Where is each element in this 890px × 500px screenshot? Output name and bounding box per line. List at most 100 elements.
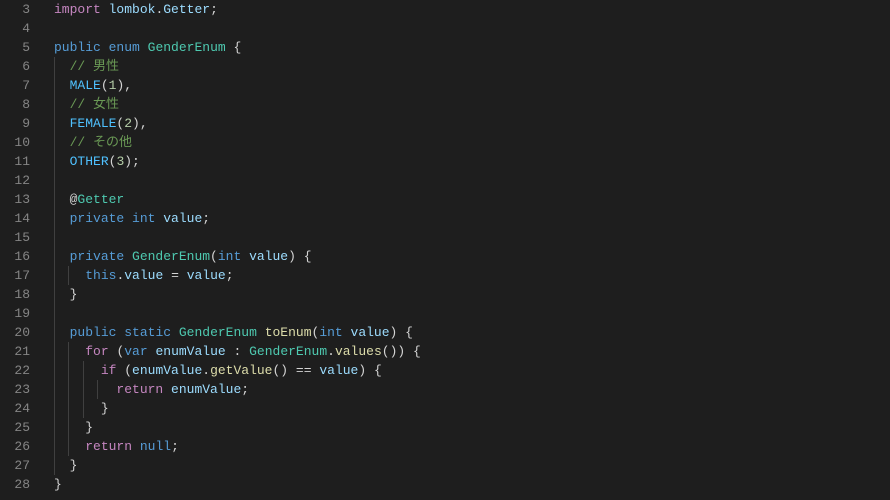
code-line[interactable]: return enumValue; <box>54 380 890 399</box>
indent-guide <box>97 380 98 399</box>
code-text: } <box>54 420 93 435</box>
indent-guide <box>54 190 55 209</box>
indent-guide <box>54 57 55 76</box>
line-number: 14 <box>0 209 30 228</box>
indent-guide <box>68 437 69 456</box>
line-number: 20 <box>0 323 30 342</box>
code-line[interactable] <box>54 228 890 247</box>
indent-guide <box>68 399 69 418</box>
code-line[interactable]: MALE(1), <box>54 76 890 95</box>
line-number: 8 <box>0 95 30 114</box>
code-line[interactable]: this.value = value; <box>54 266 890 285</box>
code-line[interactable]: // その他 <box>54 133 890 152</box>
code-text: MALE(1), <box>54 78 132 93</box>
code-text: import lombok.Getter; <box>54 2 218 17</box>
line-number: 10 <box>0 133 30 152</box>
indent-guide <box>68 266 69 285</box>
code-line[interactable]: OTHER(3); <box>54 152 890 171</box>
code-line[interactable]: private int value; <box>54 209 890 228</box>
code-line[interactable]: } <box>54 399 890 418</box>
line-number: 24 <box>0 399 30 418</box>
indent-guide <box>54 133 55 152</box>
line-number: 7 <box>0 76 30 95</box>
indent-guide <box>54 171 55 190</box>
indent-guide <box>54 304 55 323</box>
indent-guide <box>54 114 55 133</box>
code-line[interactable]: // 男性 <box>54 57 890 76</box>
line-number: 11 <box>0 152 30 171</box>
line-number: 4 <box>0 19 30 38</box>
indent-guide <box>54 418 55 437</box>
code-line[interactable]: // 女性 <box>54 95 890 114</box>
line-number: 15 <box>0 228 30 247</box>
line-number: 6 <box>0 57 30 76</box>
line-number: 25 <box>0 418 30 437</box>
code-line[interactable]: } <box>54 456 890 475</box>
line-number: 23 <box>0 380 30 399</box>
code-line[interactable]: } <box>54 475 890 494</box>
code-text: // 女性 <box>54 97 119 112</box>
code-text: for (var enumValue : GenderEnum.values()… <box>54 344 421 359</box>
code-text: public enum GenderEnum { <box>54 40 241 55</box>
code-text: OTHER(3); <box>54 154 140 169</box>
code-content-area[interactable]: import lombok.Getter; public enum GenderE… <box>42 0 890 500</box>
code-line[interactable]: return null; <box>54 437 890 456</box>
indent-guide <box>54 266 55 285</box>
code-text: } <box>54 287 77 302</box>
indent-guide <box>83 380 84 399</box>
indent-guide <box>54 399 55 418</box>
code-line[interactable] <box>54 19 890 38</box>
code-text: } <box>54 401 109 416</box>
indent-guide <box>83 399 84 418</box>
indent-guide <box>54 380 55 399</box>
code-text: } <box>54 477 62 492</box>
line-number: 26 <box>0 437 30 456</box>
code-text: // 男性 <box>54 59 119 74</box>
indent-guide <box>54 285 55 304</box>
line-number: 5 <box>0 38 30 57</box>
line-number: 18 <box>0 285 30 304</box>
indent-guide <box>54 209 55 228</box>
line-number: 27 <box>0 456 30 475</box>
indent-guide <box>68 361 69 380</box>
line-number: 9 <box>0 114 30 133</box>
code-text: } <box>54 458 77 473</box>
indent-guide <box>54 247 55 266</box>
code-line[interactable]: public enum GenderEnum { <box>54 38 890 57</box>
code-text: FEMALE(2), <box>54 116 148 131</box>
line-number: 22 <box>0 361 30 380</box>
code-line[interactable]: import lombok.Getter; <box>54 0 890 19</box>
code-line[interactable] <box>54 304 890 323</box>
code-line[interactable]: } <box>54 418 890 437</box>
code-line[interactable]: @Getter <box>54 190 890 209</box>
indent-guide <box>54 95 55 114</box>
indent-guide <box>83 361 84 380</box>
indent-guide <box>68 418 69 437</box>
code-line[interactable]: if (enumValue.getValue() == value) { <box>54 361 890 380</box>
indent-guide <box>54 228 55 247</box>
code-line[interactable]: public static GenderEnum toEnum(int valu… <box>54 323 890 342</box>
code-text: private GenderEnum(int value) { <box>54 249 312 264</box>
code-line[interactable]: private GenderEnum(int value) { <box>54 247 890 266</box>
indent-guide <box>54 152 55 171</box>
code-text: public static GenderEnum toEnum(int valu… <box>54 325 413 340</box>
indent-guide <box>54 76 55 95</box>
line-number: 21 <box>0 342 30 361</box>
code-line[interactable]: for (var enumValue : GenderEnum.values()… <box>54 342 890 361</box>
indent-guide <box>54 437 55 456</box>
indent-guide <box>54 323 55 342</box>
indent-guide <box>54 361 55 380</box>
code-line[interactable]: } <box>54 285 890 304</box>
indent-guide <box>68 380 69 399</box>
line-number: 17 <box>0 266 30 285</box>
code-text: this.value = value; <box>54 268 234 283</box>
code-text: if (enumValue.getValue() == value) { <box>54 363 382 378</box>
line-number: 12 <box>0 171 30 190</box>
code-line[interactable] <box>54 171 890 190</box>
code-editor[interactable]: 3456789101112131415161718192021222324252… <box>0 0 890 500</box>
code-line[interactable]: FEMALE(2), <box>54 114 890 133</box>
indent-guide <box>54 456 55 475</box>
line-number: 28 <box>0 475 30 494</box>
code-text: private int value; <box>54 211 210 226</box>
code-text: return null; <box>54 439 179 454</box>
